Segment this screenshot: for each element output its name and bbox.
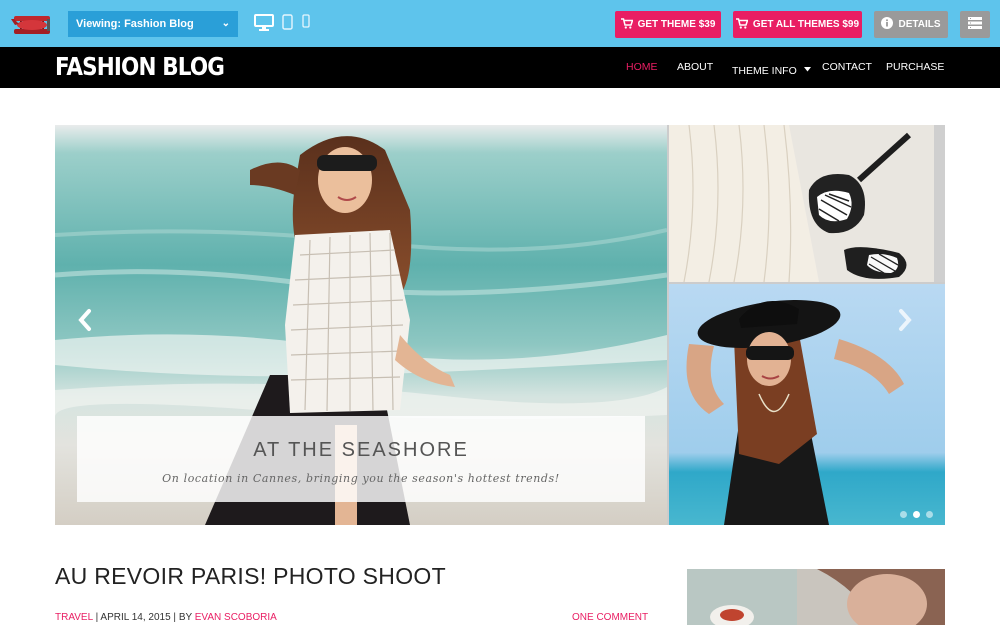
details-label: DETAILS xyxy=(898,19,941,30)
nav-theme-info-label: THEME INFO xyxy=(732,65,797,77)
post-by: BY xyxy=(178,612,192,623)
get-theme-label: GET THEME $39 xyxy=(637,19,716,30)
post-category-link[interactable]: TRAVEL xyxy=(55,612,93,623)
menu-toggle-button[interactable] xyxy=(960,11,990,38)
slide-caption: AT THE SEASHORE On location in Cannes, b… xyxy=(77,416,645,502)
demo-bar: Viewing: Fashion Blog ⌄ GET THEME $39 GE… xyxy=(0,0,1000,47)
theme-selector-label: Viewing: Fashion Blog xyxy=(76,18,194,30)
slide-image-sandals[interactable] xyxy=(669,125,945,282)
theme-selector[interactable]: Viewing: Fashion Blog ⌄ xyxy=(68,11,238,37)
featured-slider: AT THE SEASHORE On location in Cannes, b… xyxy=(55,125,945,525)
post-date: APRIL 14, 2015 xyxy=(100,612,171,623)
slider-dot-active[interactable] xyxy=(913,511,920,518)
nav-purchase[interactable]: PURCHASE xyxy=(886,61,944,73)
details-button[interactable]: DETAILS xyxy=(874,11,948,38)
slider-dot[interactable] xyxy=(926,511,933,518)
chevron-down-icon: ⌄ xyxy=(221,18,230,29)
slide-caption-title[interactable]: AT THE SEASHORE xyxy=(77,439,645,462)
post-comments-link[interactable]: ONE COMMENT xyxy=(572,612,648,623)
slider-dot[interactable] xyxy=(900,511,907,518)
nav-about[interactable]: ABOUT xyxy=(677,61,713,73)
get-theme-button[interactable]: GET THEME $39 xyxy=(615,11,721,38)
sidebar-thumbnail-image[interactable] xyxy=(687,569,945,625)
post-title[interactable]: AU REVOIR PARIS! PHOTO SHOOT xyxy=(55,563,446,590)
desktop-icon[interactable] xyxy=(254,14,274,31)
slide-caption-subtitle: On location in Cannes, bringing you the … xyxy=(162,472,560,485)
site-header: FASHION BLOG HOME ABOUT THEME INFO CONTA… xyxy=(0,47,1000,88)
info-icon xyxy=(881,17,894,30)
chevron-right-icon[interactable] xyxy=(895,305,915,335)
caret-down-icon xyxy=(804,67,812,72)
cart-icon xyxy=(620,18,633,29)
list-icon xyxy=(968,17,982,30)
post-author-link[interactable]: EVAN SCOBORIA xyxy=(195,612,277,623)
slider-pagination xyxy=(894,505,933,523)
post-meta: TRAVEL | APRIL 14, 2015 | BY EVAN SCOBOR… xyxy=(55,612,277,623)
get-all-themes-label: GET ALL THEMES $99 xyxy=(752,19,860,30)
cart-icon xyxy=(735,18,748,29)
chevron-left-icon[interactable] xyxy=(75,305,95,335)
tablet-icon[interactable] xyxy=(282,14,293,30)
mobile-icon[interactable] xyxy=(302,14,310,28)
nav-home[interactable]: HOME xyxy=(626,61,658,73)
get-all-themes-button[interactable]: GET ALL THEMES $99 xyxy=(733,11,862,38)
biplane-logo-icon[interactable] xyxy=(10,10,54,40)
site-title[interactable]: FASHION BLOG xyxy=(55,52,225,81)
nav-contact[interactable]: CONTACT xyxy=(822,61,872,73)
nav-theme-info[interactable]: THEME INFO xyxy=(732,61,812,79)
